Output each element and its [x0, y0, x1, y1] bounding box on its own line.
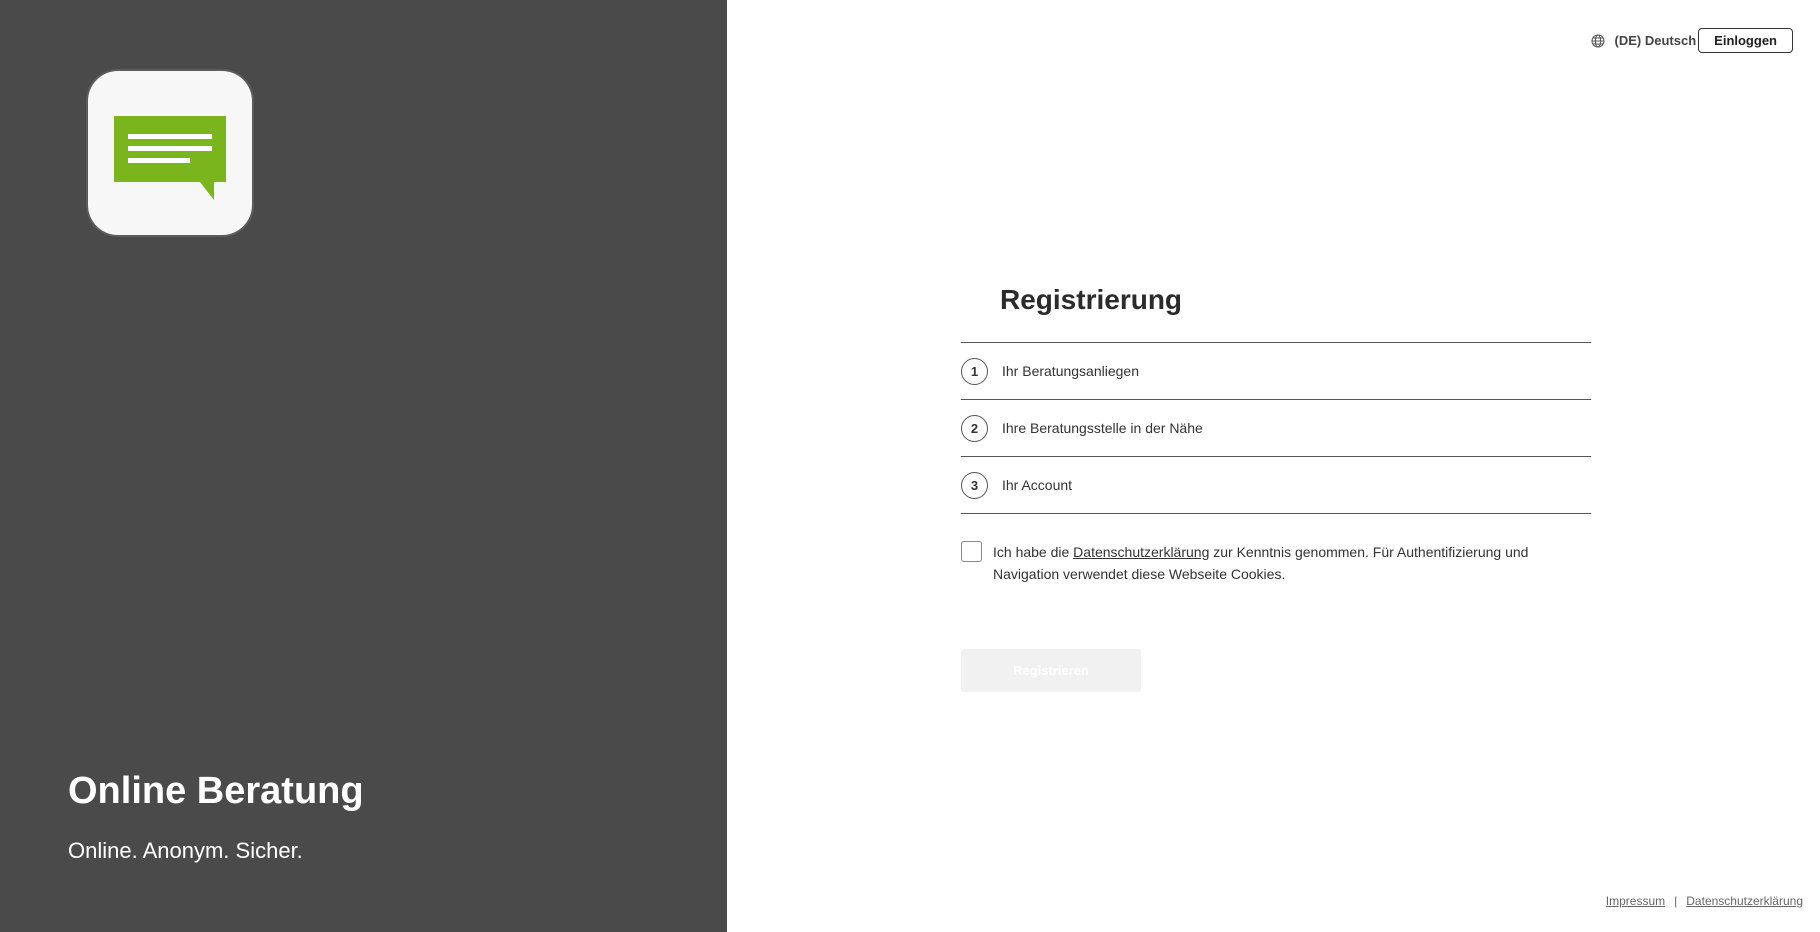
registration-steps: 1 Ihr Beratungsanliegen 2 Ihre Beratungs… — [961, 342, 1591, 514]
brand-claim: Online. Anonym. Sicher. — [68, 838, 303, 863]
privacy-policy-link[interactable]: Datenschutzerklärung — [1073, 544, 1209, 560]
app-logo — [88, 71, 252, 235]
imprint-link[interactable]: Impressum — [1606, 894, 1665, 908]
brand-panel: Online Beratung Online. Anonym. Sicher. — [0, 0, 727, 932]
brand-title: Online Beratung — [68, 770, 364, 812]
step-number: 1 — [961, 357, 988, 385]
login-button[interactable]: Einloggen — [1698, 28, 1793, 53]
step-label: Ihr Beratungsanliegen — [1002, 363, 1139, 379]
step-label: Ihr Account — [1002, 477, 1073, 493]
footer-separator: | — [1674, 894, 1678, 908]
top-bar: (DE) Deutsch Einloggen — [1591, 28, 1793, 53]
step-account[interactable]: 3 Ihr Account — [961, 457, 1591, 514]
chat-message-icon — [114, 116, 226, 200]
page-title: Registrierung — [1000, 284, 1183, 315]
language-label: (DE) Deutsch — [1614, 33, 1697, 48]
consent-text: Ich habe die Datenschutzerklärung zur Ke… — [993, 541, 1591, 585]
step-number: 2 — [961, 414, 988, 442]
step-consulting-agency[interactable]: 2 Ihre Beratungsstelle in der Nähe — [961, 400, 1591, 457]
step-number: 3 — [961, 471, 988, 499]
step-label: Ihre Beratungsstelle in der Nähe — [1002, 420, 1203, 436]
privacy-checkbox[interactable] — [961, 541, 982, 562]
footer-privacy-link[interactable]: Datenschutzerklärung — [1686, 894, 1803, 908]
register-button[interactable]: Registrieren — [961, 649, 1141, 692]
step-consulting-topic[interactable]: 1 Ihr Beratungsanliegen — [961, 343, 1591, 400]
footer-links: Impressum | Datenschutzerklärung — [1606, 894, 1803, 908]
language-switch[interactable]: (DE) Deutsch — [1591, 33, 1697, 48]
privacy-consent: Ich habe die Datenschutzerklärung zur Ke… — [961, 541, 1591, 585]
consent-text-before: Ich habe die — [993, 544, 1074, 560]
globe-icon — [1591, 34, 1605, 47]
